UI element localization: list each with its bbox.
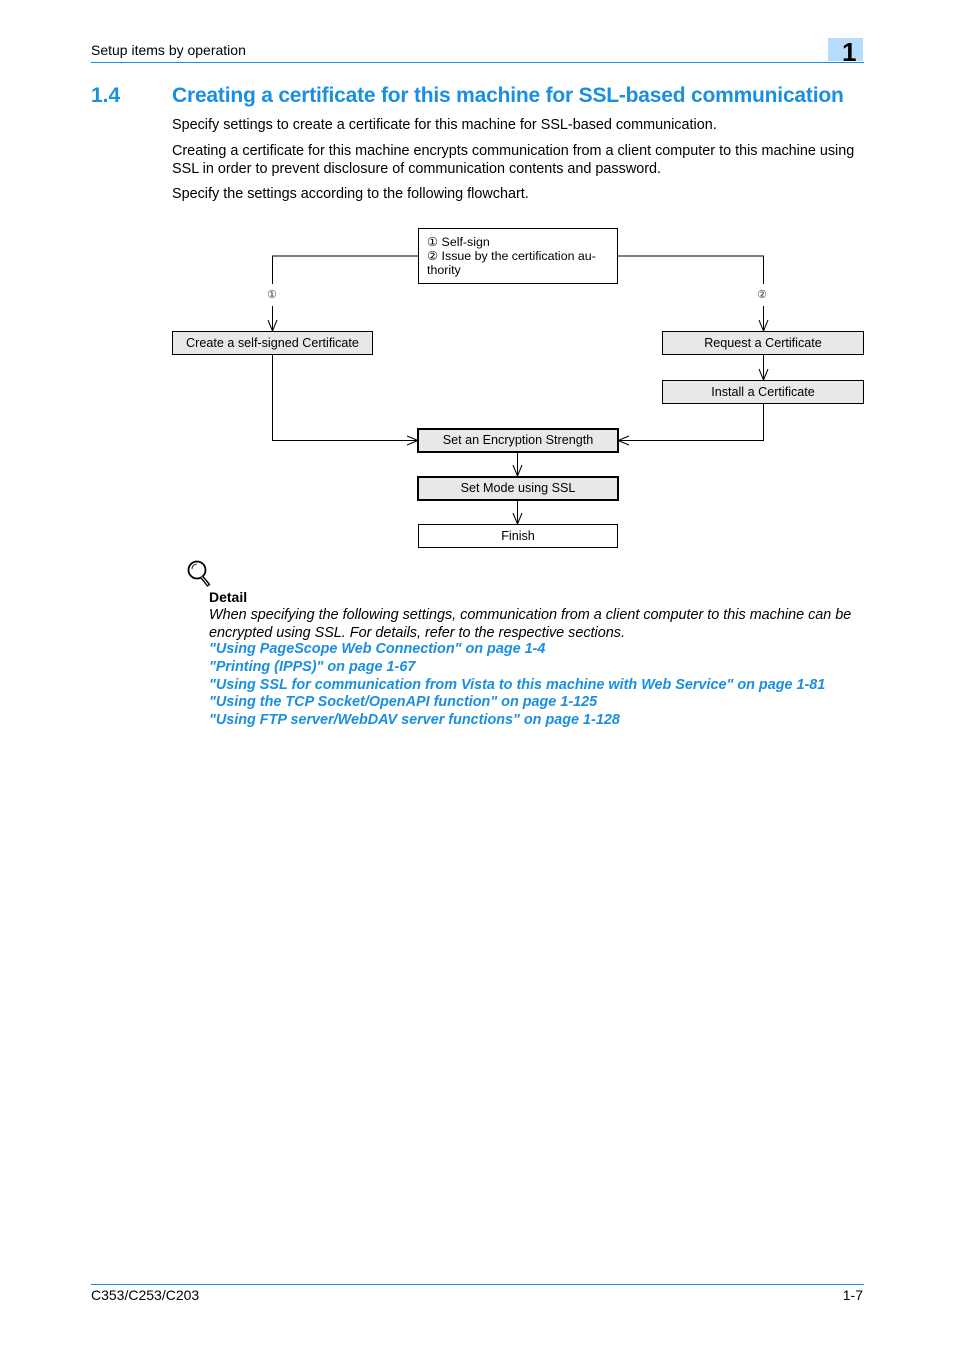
arrowhead-install	[758, 368, 769, 382]
step-request-certificate: Request a Certificate	[662, 331, 864, 355]
option-ca-issue: ② Issue by the certification au-	[427, 249, 596, 263]
link-pagescope-web-connection[interactable]: "Using PageScope Web Connection" on page…	[209, 641, 825, 659]
link-ssl-vista-web-service[interactable]: "Using SSL for communication from Vista …	[209, 677, 825, 695]
flowchart-intro: Specify the settings according to the fo…	[172, 186, 529, 202]
branch-label-ca-issue: ②	[757, 289, 767, 301]
step-install-certificate: Install a Certificate	[662, 380, 864, 404]
arrowhead-self-signed	[267, 319, 278, 333]
option-ca-issue-cont: thority	[427, 263, 461, 277]
step-encryption-strength: Set an Encryption Strength	[417, 428, 619, 453]
link-ftp-webdav-server[interactable]: "Using FTP server/WebDAV server function…	[209, 712, 825, 730]
connector-install-encryption	[618, 404, 764, 441]
link-tcp-socket-openapi[interactable]: "Using the TCP Socket/OpenAPI function" …	[209, 694, 825, 712]
header-rule	[91, 62, 864, 63]
footer-model: C353/C253/C203	[91, 1287, 200, 1303]
arrowhead-ssl-mode	[512, 464, 523, 478]
option-self-sign: ① Self-sign	[427, 235, 490, 249]
reference-links: "Using PageScope Web Connection" on page…	[209, 641, 825, 730]
running-head: Setup items by operation	[91, 42, 246, 58]
decision-box: ① Self-sign ② Issue by the certification…	[418, 228, 618, 284]
arrowhead-encryption-right	[616, 435, 630, 446]
connector-decision-right	[618, 255, 764, 284]
connector-self-signed-encryption	[272, 355, 418, 441]
arrowhead-finish	[512, 512, 523, 526]
link-printing-ipps[interactable]: "Printing (IPPS)" on page 1-67	[209, 659, 825, 677]
branch-label-self-sign: ①	[267, 289, 277, 301]
connector-decision-left	[272, 255, 418, 284]
arrowhead-request	[758, 319, 769, 333]
detail-text: When specifying the following settings, …	[209, 607, 852, 641]
footer-rule	[91, 1284, 864, 1285]
chapter-number: 1	[842, 37, 857, 67]
footer-page-number: 1-7	[842, 1287, 863, 1303]
intro-paragraph: Specify settings to create a certificate…	[172, 117, 717, 133]
description-paragraph: Creating a certificate for this machine …	[172, 143, 855, 177]
step-finish: Finish	[418, 524, 618, 548]
section-number: 1.4	[91, 84, 121, 107]
step-ssl-mode: Set Mode using SSL	[417, 476, 619, 501]
detail-heading: Detail	[209, 589, 248, 605]
magnifier-icon	[187, 560, 211, 587]
step-create-self-signed: Create a self-signed Certificate	[172, 331, 373, 355]
section-title: Creating a certificate for this machine …	[172, 84, 844, 107]
